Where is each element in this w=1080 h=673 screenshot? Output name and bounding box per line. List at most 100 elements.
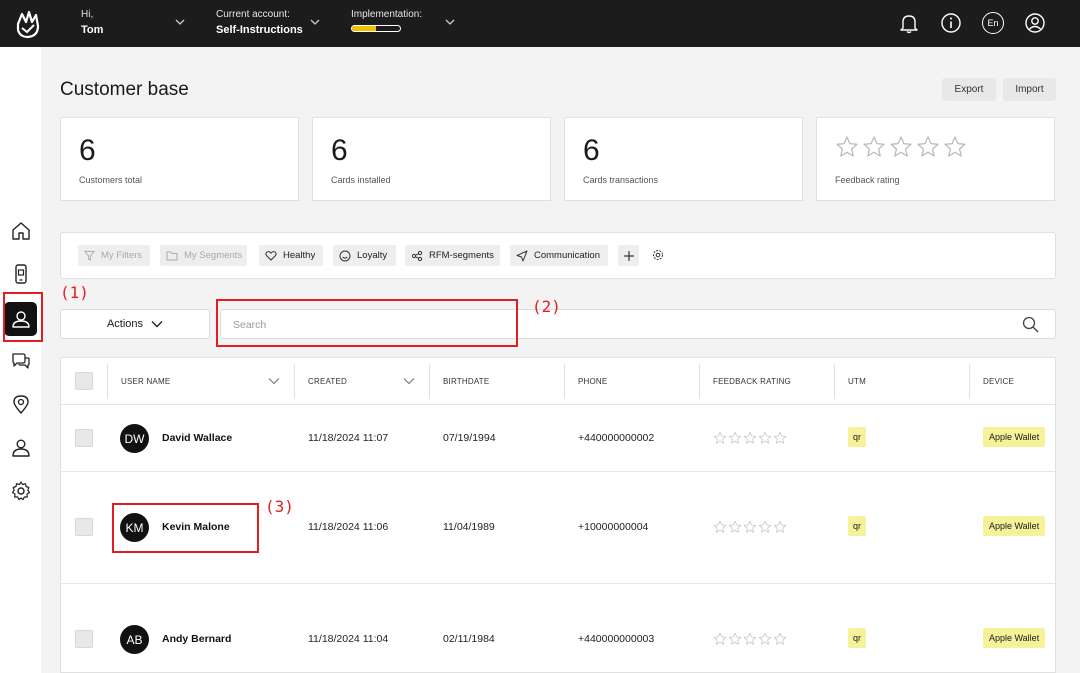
annotation-label-1: (1) [60, 283, 89, 302]
main-content: Customer base Export Import 6 Customers … [41, 47, 1080, 673]
chip-label: Healthy [283, 250, 316, 261]
info-icon[interactable] [940, 12, 962, 34]
communication-chip[interactable]: Communication [510, 245, 608, 266]
device-badge: Apple Wallet [983, 628, 1046, 648]
stat-label: Customers total [79, 175, 143, 185]
star-outline-icon [713, 632, 727, 645]
column-header-user-name[interactable]: USER NAME [121, 358, 170, 405]
actions-label: Actions [106, 318, 144, 330]
chip-label: Loyalty [357, 250, 388, 261]
import-button[interactable]: Import [1003, 78, 1056, 101]
account-selector[interactable]: Current account: Self-Instructions [216, 9, 303, 36]
column-header-birthdate[interactable]: BIRTHDATE [443, 358, 489, 405]
chat-icon[interactable] [10, 350, 32, 372]
star-outline-icon [863, 136, 885, 157]
rfm-segments-chip[interactable]: RFM-segments [405, 245, 500, 266]
chevron-down-icon[interactable] [175, 17, 185, 27]
my-segments-chip[interactable]: My Segments [160, 245, 247, 266]
top-bar: Hi, Tom Current account: Self-Instructio… [0, 0, 1080, 47]
implementation-label: Implementation: [351, 9, 423, 20]
stat-card-customers-total: 6 Customers total [60, 117, 299, 201]
logo-icon[interactable] [12, 8, 44, 40]
chevron-down-icon[interactable] [445, 17, 455, 27]
location-pin-icon[interactable] [10, 393, 32, 415]
stat-value: 6 [331, 134, 348, 167]
birthdate-cell: 07/19/1994 [443, 432, 496, 444]
star-outline-icon [773, 431, 787, 444]
chip-label: My Segments [184, 250, 243, 261]
utm-badge: qr [848, 628, 867, 648]
user-greeting[interactable]: Hi, Tom [81, 9, 103, 36]
chevron-down-icon[interactable] [310, 17, 320, 27]
sort-chevron-icon[interactable] [268, 377, 280, 385]
user-name-link[interactable]: Andy Bernard [162, 633, 231, 645]
account-label: Current account: [216, 9, 290, 20]
user-name-link[interactable]: David Wallace [162, 432, 232, 444]
language-switcher[interactable]: En [982, 12, 1004, 34]
table-header: USER NAME CREATED BIRTHDATE PHONE FEEDBA… [61, 358, 1055, 405]
stat-value: 6 [79, 134, 96, 167]
column-divider [107, 364, 108, 399]
bell-icon[interactable] [898, 12, 920, 34]
chip-label: My Filters [101, 250, 143, 261]
created-cell: 11/18/2024 11:04 [308, 633, 389, 645]
star-outline-icon [743, 431, 757, 444]
chip-label: Communication [534, 250, 600, 261]
column-divider [699, 364, 700, 399]
segments-icon [411, 250, 423, 261]
implementation-status[interactable]: Implementation: [351, 9, 422, 32]
loyalty-chip[interactable]: Loyalty [333, 245, 396, 266]
column-header-feedback-rating[interactable]: FEEDBACK RATING [713, 358, 791, 405]
implementation-progress-bar [351, 25, 401, 32]
user-settings-icon[interactable] [10, 437, 32, 459]
annotation-box-1 [3, 292, 43, 342]
column-header-created[interactable]: CREATED [308, 358, 347, 405]
gear-icon[interactable] [652, 249, 664, 261]
heart-icon [265, 251, 277, 261]
account-name: Self-Instructions [216, 24, 303, 36]
star-outline-icon [758, 520, 772, 533]
star-outline-icon [743, 632, 757, 645]
sort-chevron-icon[interactable] [403, 377, 415, 385]
gear-icon[interactable] [10, 480, 32, 502]
column-header-phone[interactable]: PHONE [578, 358, 607, 405]
star-outline-icon [743, 520, 757, 533]
annotation-box-2 [216, 299, 518, 347]
table-row[interactable]: DW David Wallace 11/18/2024 11:07 07/19/… [61, 405, 1055, 472]
column-header-utm[interactable]: UTM [848, 358, 866, 405]
healthy-chip[interactable]: Healthy [259, 245, 323, 266]
profile-icon[interactable] [1024, 12, 1046, 34]
column-divider [564, 364, 565, 399]
filter-icon [84, 250, 95, 261]
column-header-device[interactable]: DEVICE [983, 358, 1014, 405]
star-outline-icon [728, 520, 742, 533]
table-row[interactable]: AB Andy Bernard 11/18/2024 11:04 02/11/1… [61, 584, 1055, 672]
avatar: AB [120, 625, 149, 654]
my-filters-chip[interactable]: My Filters [78, 245, 150, 266]
stat-card-cards-installed: 6 Cards installed [312, 117, 551, 201]
created-cell: 11/18/2024 11:07 [308, 432, 389, 444]
actions-dropdown[interactable]: Actions [60, 309, 210, 339]
row-checkbox[interactable] [75, 518, 93, 536]
select-all-checkbox[interactable] [75, 372, 93, 390]
export-button[interactable]: Export [942, 78, 996, 101]
filter-bar: My Filters My Segments Healthy Loyalty R… [60, 232, 1056, 279]
star-outline-icon [917, 136, 939, 157]
annotation-box-3 [112, 503, 259, 553]
row-checkbox[interactable] [75, 429, 93, 447]
stat-label: Cards transactions [583, 175, 659, 185]
device-badge: Apple Wallet [983, 516, 1046, 536]
star-outline-icon [758, 431, 772, 444]
mobile-card-icon[interactable] [10, 263, 32, 285]
row-checkbox[interactable] [75, 630, 93, 648]
add-filter-button[interactable] [618, 245, 639, 266]
rating-stars [835, 135, 967, 159]
star-outline-icon [728, 431, 742, 444]
home-icon[interactable] [10, 220, 32, 242]
star-outline-icon [773, 520, 787, 533]
sidebar [0, 47, 41, 673]
created-cell: 11/18/2024 11:06 [308, 521, 389, 533]
birthdate-cell: 02/11/1984 [443, 633, 495, 645]
phone-cell: +440000000003 [578, 633, 655, 645]
search-icon[interactable] [1022, 316, 1039, 333]
